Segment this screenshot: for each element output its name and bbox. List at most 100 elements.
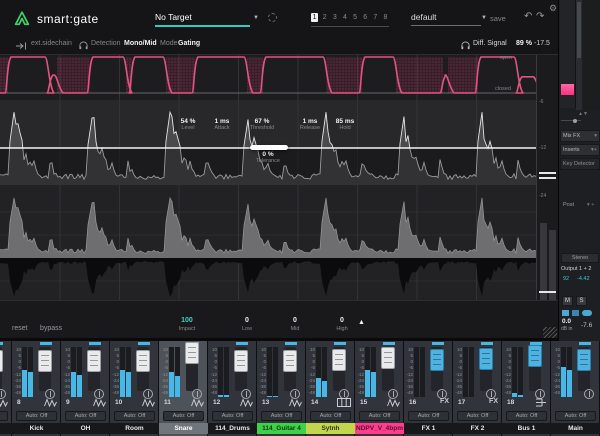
preset-slot-5[interactable]: 5: [352, 13, 359, 22]
channel-fader[interactable]: [0, 350, 3, 372]
automation-button[interactable]: Auto: Off: [506, 411, 547, 421]
channel-strip-main[interactable]: 10 5 0 -5 -12 -24 -36 -48 Auto: Off Main: [551, 341, 600, 436]
channel-strip[interactable]: 1050-5-12-24-36-48Auto: Off: [0, 341, 12, 436]
target-dropdown-arrow-icon[interactable]: ▼: [253, 15, 259, 21]
channel-strip-bus-1[interactable]: 10 5 0 -5 -12 -24 -36 -48 18 Auto: Off Bus 1: [502, 341, 551, 436]
post-label[interactable]: Post: [563, 202, 574, 208]
preset-slot-3[interactable]: 3: [331, 13, 338, 22]
channel-fader[interactable]: [430, 349, 444, 371]
param-threshold[interactable]: 67 % Threshold: [250, 118, 274, 131]
zoom-slider-knob[interactable]: [573, 118, 577, 123]
output-routing[interactable]: Output 1 + 2: [561, 266, 591, 272]
channel-name[interactable]: 114_Drums: [208, 423, 257, 434]
reset-button[interactable]: reset: [12, 325, 28, 332]
monitor-icon[interactable]: [562, 310, 569, 316]
preset-slot-8[interactable]: 8: [382, 13, 389, 22]
channel-fader[interactable]: [136, 350, 150, 372]
channel-name[interactable]: Main: [551, 423, 600, 434]
target-selector[interactable]: No Target: [155, 12, 250, 27]
preset-dropdown-arrow-icon[interactable]: ▼: [481, 15, 487, 21]
preset-slot-1[interactable]: 1: [311, 13, 319, 22]
channel-strip-114_guitar-4[interactable]: 10 5 0 -5 -12 -24 -36 -48 13 Auto: Off 114_Guitar …: [257, 341, 306, 436]
preset-slot-4[interactable]: 4: [341, 13, 348, 22]
sidechain-label[interactable]: ext.sidechain: [31, 40, 72, 47]
panel-scrollbar[interactable]: [576, 0, 582, 110]
selected-insert-pink[interactable]: [561, 84, 574, 95]
channel-strip-oh[interactable]: 10 5 0 -5 -12 -24 -36 -48 9 Auto: Off OH: [61, 341, 110, 436]
preset-slot-6[interactable]: 6: [362, 13, 369, 22]
channel-fader[interactable]: [479, 348, 493, 370]
automation-button[interactable]: Auto: Off: [163, 411, 204, 421]
diff-headphones-icon[interactable]: [461, 41, 470, 52]
post-arrows-icon[interactable]: ▾ +: [587, 202, 595, 208]
automation-button[interactable]: Auto: Off: [212, 411, 253, 421]
channel-strip-snare[interactable]: 10 5 0 -5 -12 -24 -36 -48 11 Auto: Off Snare: [159, 341, 208, 436]
channel-name[interactable]: Room: [110, 423, 159, 434]
save-button[interactable]: save: [490, 14, 506, 23]
channel-fader[interactable]: [185, 342, 199, 364]
channel-fader[interactable]: [528, 345, 542, 367]
channel-strip-fx-1[interactable]: 10 5 0 -5 -12 -24 -36 -48 16 FX Auto: Off FX 1: [404, 341, 453, 436]
channel-name[interactable]: FX 2: [453, 423, 502, 434]
gain-value[interactable]: 0.0: [562, 318, 571, 325]
channel-name[interactable]: 114_Guitar 4: [257, 423, 306, 434]
scroll-arrows-icon[interactable]: ▲▼: [578, 111, 588, 117]
channel-strip-room[interactable]: 10 5 0 -5 -12 -24 -36 -48 10 Auto: Off Room: [110, 341, 159, 436]
settings-gear-icon[interactable]: ⚙: [549, 3, 557, 14]
param-attack[interactable]: 1 ms Attack: [214, 118, 229, 131]
param-level[interactable]: 54 % Level: [181, 118, 196, 131]
channel-strip-sytnh[interactable]: 10 5 0 -5 -12 -24 -36 -48 14 Auto: Off Sytnh: [306, 341, 355, 436]
param-tolerance[interactable]: 0 % Tolerance: [256, 151, 280, 164]
channel-strip-ndpv_v_4bpm[interactable]: 10 5 0 -5 -12 -24 -36 -48 15 Auto: Off NDPV_V_4bpm: [355, 341, 404, 436]
channel-name[interactable]: FX 1: [404, 423, 453, 434]
channel-strip-kick[interactable]: 10 5 0 -5 -12 -24 -36 -48 8 Auto: Off Kick: [12, 341, 61, 436]
channel-fader[interactable]: [381, 347, 395, 369]
automation-button[interactable]: Auto: Off: [555, 411, 596, 421]
automation-button[interactable]: Auto: Off: [0, 411, 8, 421]
slider-impact[interactable]: 100 Impact: [179, 317, 196, 332]
channel-name[interactable]: [0, 423, 12, 434]
pan-knob[interactable]: [584, 389, 594, 399]
channel-fader[interactable]: [38, 350, 52, 372]
automation-button[interactable]: Auto: Off: [408, 411, 449, 421]
mode-value[interactable]: Gating: [178, 40, 200, 47]
channel-fader[interactable]: [283, 350, 297, 372]
channel-fader[interactable]: [234, 350, 248, 372]
mute-button[interactable]: M: [562, 296, 573, 306]
mix-fx-row[interactable]: Mix FX ▾: [560, 130, 600, 142]
solo-button[interactable]: S: [576, 296, 587, 306]
channel-name[interactable]: OH: [61, 423, 110, 434]
channel-strip-114_drums[interactable]: 10 5 0 -5 -12 -24 -36 -48 12 Auto: Off 114_Drums: [208, 341, 257, 436]
automation-button[interactable]: Auto: Off: [65, 411, 106, 421]
learn-button[interactable]: [268, 13, 277, 22]
preset-name-selector[interactable]: default: [411, 12, 481, 26]
param-release[interactable]: 1 ms Release: [300, 118, 320, 131]
automation-button[interactable]: Auto: Off: [359, 411, 400, 421]
channel-name[interactable]: Bus 1: [502, 423, 551, 434]
preset-slot-2[interactable]: 2: [321, 13, 328, 22]
input-icon[interactable]: [582, 310, 592, 316]
automation-button[interactable]: Auto: Off: [114, 411, 155, 421]
advanced-toggle-icon[interactable]: ▲: [358, 319, 365, 326]
detection-value[interactable]: Mono/Mid: [124, 40, 157, 47]
slider-mid[interactable]: 0 Mid: [291, 317, 300, 332]
channel-name[interactable]: NDPV_V_4bpm: [355, 423, 404, 434]
slider-high[interactable]: 0 High: [336, 317, 347, 332]
record-icon[interactable]: [572, 310, 579, 316]
threshold-handle[interactable]: [250, 145, 288, 150]
channel-name[interactable]: Kick: [12, 423, 61, 434]
slider-low[interactable]: 0 Low: [242, 317, 252, 332]
key-detector-row[interactable]: Key Detector: [560, 158, 600, 170]
preset-slot-7[interactable]: 7: [372, 13, 379, 22]
undo-icon[interactable]: ↶: [524, 11, 532, 22]
channel-fader[interactable]: [577, 349, 591, 371]
stereo-button[interactable]: Stereo: [561, 253, 599, 263]
automation-button[interactable]: Auto: Off: [16, 411, 57, 421]
channel-fader[interactable]: [332, 349, 346, 371]
channel-name[interactable]: Snare: [159, 423, 208, 434]
automation-button[interactable]: Auto: Off: [310, 411, 351, 421]
gate-activity-lane[interactable]: [0, 55, 536, 100]
channel-fader[interactable]: [87, 350, 101, 372]
resize-grip[interactable]: [543, 327, 557, 338]
automation-button[interactable]: Auto: Off: [261, 411, 302, 421]
